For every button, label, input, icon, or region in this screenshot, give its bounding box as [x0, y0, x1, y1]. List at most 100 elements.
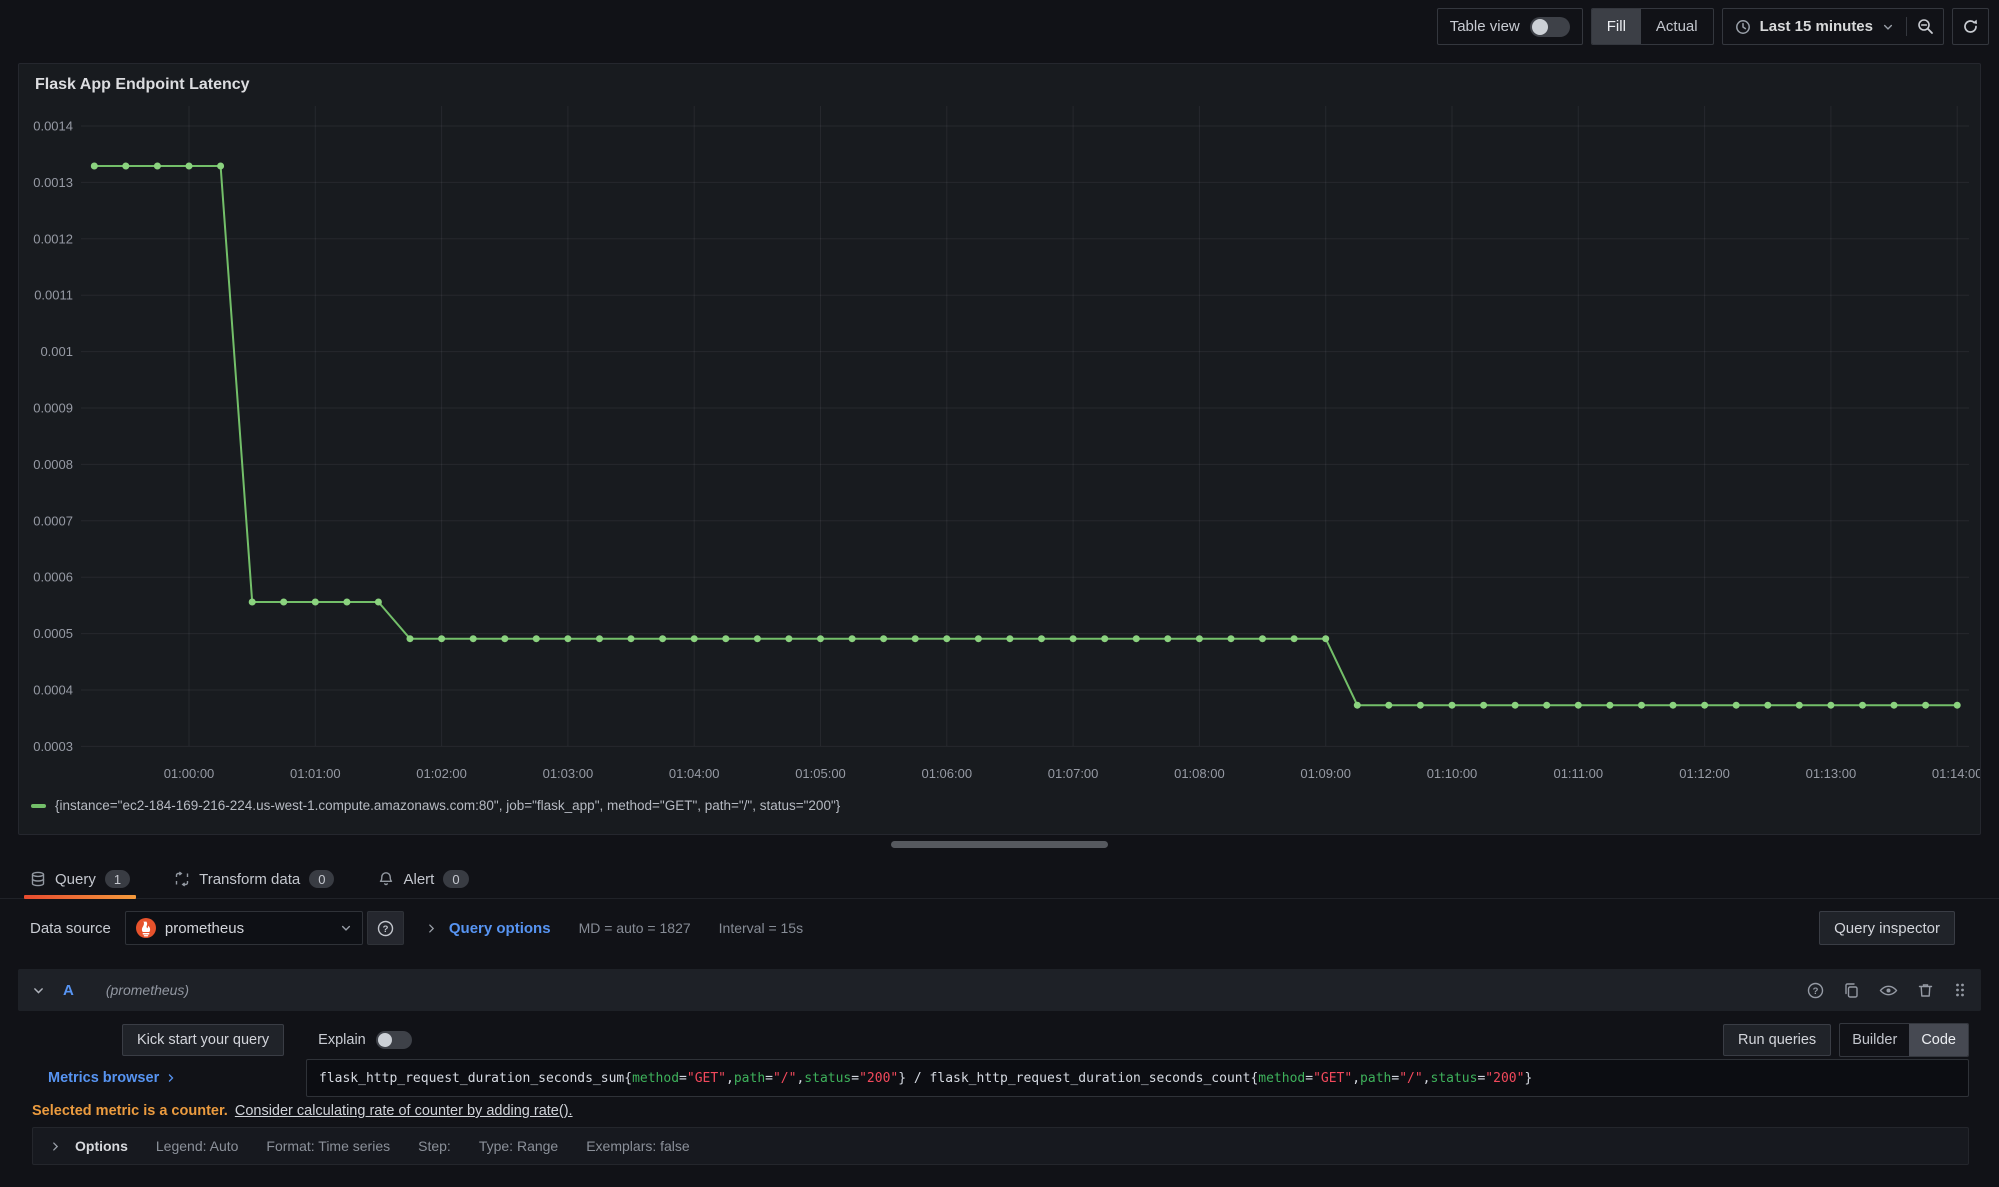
query-options-md-summary: MD = auto = 1827: [579, 920, 691, 936]
svg-text:01:07:00: 01:07:00: [1048, 766, 1099, 781]
series-label[interactable]: {instance="ec2-184-169-216-224.us-west-1…: [55, 798, 840, 813]
warning-text: Selected metric is a counter.: [32, 1103, 228, 1119]
tab-query-badge: 1: [105, 870, 130, 888]
drag-handle-grip-icon[interactable]: [1953, 982, 1967, 998]
chevron-right-icon: [50, 1141, 61, 1152]
tab-query-label: Query: [55, 871, 96, 888]
panel-editor-toolbar: Table view Fill Actual Last 15 minutes: [1437, 8, 1989, 45]
query-options-label: Query options: [449, 920, 551, 937]
datasource-row: Data source prometheus ? Query options M…: [30, 909, 1955, 947]
svg-text:0.0003: 0.0003: [33, 739, 73, 754]
options-legend-summary: Legend: Auto: [156, 1138, 239, 1154]
datasource-help-button[interactable]: ?: [367, 911, 404, 945]
latency-chart[interactable]: 0.00140.00130.00120.00110.0010.00090.000…: [19, 98, 1980, 798]
metrics-browser-toggle[interactable]: Metrics browser: [48, 1059, 176, 1097]
svg-text:0.0011: 0.0011: [34, 288, 73, 303]
panel-title[interactable]: Flask App Endpoint Latency: [19, 64, 1980, 94]
query-toolbar: Kick start your query Explain Run querie…: [122, 1023, 1969, 1057]
svg-text:01:11:00: 01:11:00: [1553, 766, 1603, 781]
query-options-summary-row[interactable]: Options Legend: Auto Format: Time series…: [32, 1127, 1969, 1165]
chevron-down-icon: [1882, 21, 1894, 33]
svg-text:01:12:00: 01:12:00: [1679, 766, 1730, 781]
svg-text:0.0005: 0.0005: [33, 626, 73, 641]
metrics-browser-label: Metrics browser: [48, 1070, 159, 1086]
svg-text:01:04:00: 01:04:00: [669, 766, 720, 781]
svg-text:0.0009: 0.0009: [33, 401, 73, 416]
rate-hint-link[interactable]: Consider calculating rate of counter by …: [235, 1103, 573, 1119]
options-type-summary: Type: Range: [479, 1138, 558, 1154]
refresh-icon: [1962, 18, 1979, 35]
tab-transform-data[interactable]: Transform data 0: [174, 860, 334, 898]
fill-button[interactable]: Fill: [1592, 9, 1641, 44]
transform-icon: [174, 871, 190, 887]
svg-text:01:00:00: 01:00:00: [164, 766, 215, 781]
time-controls: Last 15 minutes: [1722, 8, 1944, 45]
svg-text:01:08:00: 01:08:00: [1174, 766, 1225, 781]
editor-mode-group: Builder Code: [1839, 1023, 1969, 1057]
svg-text:01:01:00: 01:01:00: [290, 766, 341, 781]
svg-text:0.0014: 0.0014: [33, 119, 73, 134]
svg-text:01:02:00: 01:02:00: [416, 766, 467, 781]
tab-transform-badge: 0: [309, 870, 334, 888]
table-view-label: Table view: [1450, 18, 1520, 35]
counter-warning: Selected metric is a counter. Consider c…: [32, 1103, 573, 1119]
svg-text:01:05:00: 01:05:00: [795, 766, 846, 781]
svg-text:0.0006: 0.0006: [33, 570, 73, 585]
promql-expression: flask_http_request_duration_seconds_sum{…: [319, 1071, 1532, 1086]
actual-button[interactable]: Actual: [1641, 9, 1713, 44]
svg-text:0.001: 0.001: [40, 344, 73, 359]
fill-actual-group: Fill Actual: [1591, 8, 1714, 45]
chevron-right-icon: [166, 1073, 176, 1083]
prometheus-logo-icon: [136, 918, 156, 938]
chevron-down-icon: [340, 922, 352, 934]
tab-alert-badge: 0: [443, 870, 468, 888]
time-range-label: Last 15 minutes: [1760, 18, 1873, 35]
hide-response-eye-icon[interactable]: [1879, 982, 1898, 999]
svg-text:01:13:00: 01:13:00: [1806, 766, 1857, 781]
latency-panel: Flask App Endpoint Latency 0.00140.00130…: [18, 63, 1981, 835]
panel-resize-handle[interactable]: [891, 841, 1108, 848]
tab-query[interactable]: Query 1: [30, 860, 130, 898]
toggle-knob: [378, 1033, 392, 1047]
help-circle-icon: ?: [377, 920, 394, 937]
database-icon: [30, 871, 46, 887]
options-exemplars-summary: Exemplars: false: [586, 1138, 689, 1154]
query-help-icon[interactable]: ?: [1807, 982, 1824, 999]
query-row-header[interactable]: A (prometheus) ?: [18, 969, 1981, 1011]
query-options-toggle[interactable]: Query options: [426, 920, 551, 937]
query-expression-input[interactable]: flask_http_request_duration_seconds_sum{…: [306, 1059, 1969, 1097]
query-options-interval-summary: Interval = 15s: [719, 920, 803, 936]
svg-text:01:14:00: 01:14:00: [1932, 766, 1980, 781]
table-view-control: Table view: [1437, 8, 1583, 45]
toggle-knob: [1532, 19, 1548, 35]
svg-text:0.0008: 0.0008: [33, 457, 73, 472]
explain-toggle[interactable]: [376, 1031, 412, 1049]
query-ref-id[interactable]: A: [63, 982, 74, 999]
query-inspector-button[interactable]: Query inspector: [1819, 911, 1955, 945]
tab-transform-label: Transform data: [199, 871, 300, 888]
datasource-name: prometheus: [165, 920, 331, 937]
tab-alert[interactable]: Alert 0: [378, 860, 468, 898]
query-datasource-hint: (prometheus): [106, 982, 189, 998]
svg-text:0.0004: 0.0004: [33, 683, 73, 698]
series-color-swatch: [31, 804, 46, 808]
time-range-picker[interactable]: Last 15 minutes: [1723, 18, 1906, 35]
run-queries-button[interactable]: Run queries: [1723, 1024, 1831, 1056]
kick-start-query-button[interactable]: Kick start your query: [122, 1024, 284, 1056]
datasource-label: Data source: [30, 920, 111, 937]
editor-tabs: Query 1 Transform data 0 Alert 0: [0, 860, 1999, 899]
options-format-summary: Format: Time series: [266, 1138, 390, 1154]
zoom-out-button[interactable]: [1906, 17, 1943, 36]
svg-text:?: ?: [1813, 986, 1819, 997]
refresh-button[interactable]: [1952, 8, 1989, 45]
table-view-toggle[interactable]: [1530, 17, 1570, 37]
svg-text:0.0007: 0.0007: [33, 513, 73, 528]
bell-icon: [378, 871, 394, 887]
remove-query-trash-icon[interactable]: [1917, 982, 1934, 999]
code-mode-button[interactable]: Code: [1909, 1024, 1968, 1056]
datasource-picker[interactable]: prometheus: [125, 911, 363, 945]
builder-mode-button[interactable]: Builder: [1840, 1024, 1909, 1056]
options-step-summary: Step:: [418, 1138, 451, 1154]
chevron-right-icon: [426, 923, 437, 934]
duplicate-query-icon[interactable]: [1843, 982, 1860, 999]
